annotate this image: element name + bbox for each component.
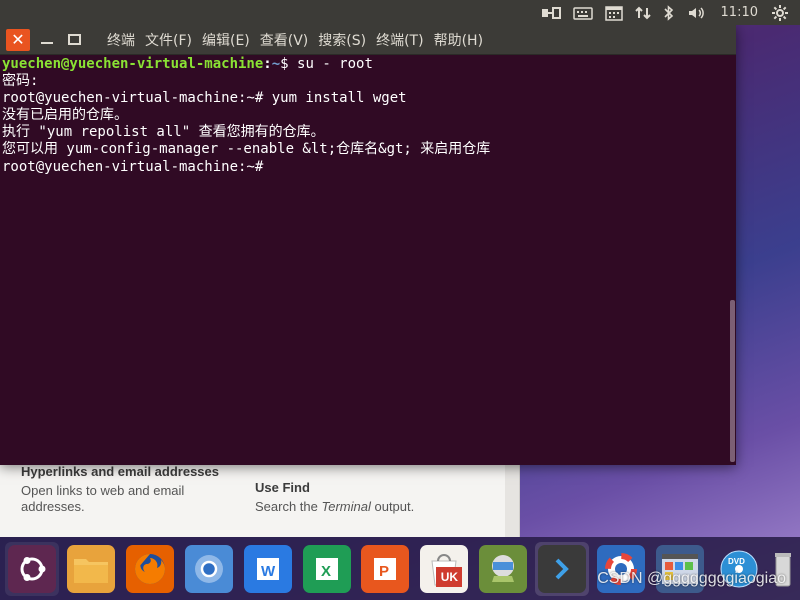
files-icon [66,544,115,593]
minimize-icon [41,41,53,44]
launcher-item-ubuntu-dash[interactable] [5,541,59,596]
terminal-titlebar[interactable]: ✕ 终端 文件(F) 编辑(E) 查看(V) 搜索(S) 终端(T) 帮助(H) [0,25,736,55]
settings-gear-icon[interactable] [766,0,794,25]
update-manager-icon [479,544,528,593]
launcher-item-wps-spreadsheet[interactable]: X [300,542,354,596]
launcher-item-terminal[interactable] [535,541,590,596]
prompt-suffix: $ [280,56,298,72]
prompt-path: ~ [271,56,281,72]
launcher-item-wps-presentation[interactable]: P [359,542,413,596]
menu-terminal[interactable]: 终端(T) [371,30,428,50]
terminal-line: yuechen@yuechen-virtual-machine:~$ su - … [2,56,373,72]
svg-text:DVD: DVD [728,557,745,566]
menu-app-terminal[interactable]: 终端 [102,30,140,50]
svg-text:X: X [321,563,331,580]
terminal-output[interactable]: yuechen@yuechen-virtual-machine:~$ su - … [0,55,736,464]
terminal-icon [538,544,587,593]
scrollbar-thumb[interactable] [730,300,735,462]
launcher-item-files[interactable] [64,542,118,596]
command-text: su - root [297,56,373,72]
clock[interactable]: 11:10 [713,0,766,25]
launcher-item-software-center[interactable]: UK [417,542,471,596]
maximize-button[interactable] [64,30,84,50]
top-panel: 11:10 [0,0,800,25]
launcher-item-update-manager[interactable] [476,542,530,596]
terminal-line: root@yuechen-virtual-machine:~# yum inst… [2,90,736,107]
prompt-user-host: yuechen@yuechen-virtual-machine [2,56,264,72]
svg-text:P: P [379,563,389,580]
terminal-window[interactable]: ✕ 终端 文件(F) 编辑(E) 查看(V) 搜索(S) 终端(T) 帮助(H)… [0,25,736,465]
menu-file[interactable]: 文件(F) [140,30,197,50]
wps-spreadsheet-icon: X [302,544,351,593]
root-prompt: root@yuechen-virtual-machine:~# [2,159,272,175]
help-desc-prefix: Search the [255,499,322,514]
bluetooth-icon[interactable] [657,0,681,25]
minimize-button[interactable] [37,30,57,50]
svg-text:W: W [261,563,276,580]
close-icon: ✕ [11,29,25,49]
help-item-title: Use Find [255,480,310,495]
help-item-desc: Open links to web and email addresses. [21,483,219,515]
root-prompt: root@yuechen-virtual-machine:~# [2,90,272,106]
scrollbar[interactable] [729,55,736,464]
close-button[interactable]: ✕ [6,28,30,51]
calendar-icon[interactable] [599,0,629,25]
chromium-icon [184,544,233,593]
help-item-desc-line: Open links to web and email [21,483,185,498]
maximize-icon [67,34,81,45]
software-center-icon: UK [420,544,469,593]
launcher-item-firefox[interactable] [123,542,177,596]
help-item-title: Hyperlinks and email addresses [21,464,219,479]
help-item-find[interactable]: Use Find Search the Terminal output. [255,480,414,515]
volume-icon[interactable] [681,0,713,25]
menubar: 终端 文件(F) 编辑(E) 查看(V) 搜索(S) 终端(T) 帮助(H) [102,30,488,50]
software-center-badge: UK [436,566,463,587]
terminal-line: 没有已启用的仓库。 [2,107,128,123]
terminal-line: 密码: [2,73,39,89]
launcher-item-wps-writer[interactable]: W [241,542,295,596]
help-desc-emphasis: Terminal [321,499,371,514]
firefox-icon [125,544,174,593]
menu-help[interactable]: 帮助(H) [429,30,488,50]
terminal-line: 您可以用 yum-config-manager --enable &lt;仓库名… [2,141,491,157]
keyboard-icon[interactable] [567,0,599,25]
updown-arrows-icon[interactable] [629,0,657,25]
menu-view[interactable]: 查看(V) [255,30,314,50]
menu-search[interactable]: 搜索(S) [313,30,371,50]
launcher-dock: W X P UK DVD [0,537,800,600]
launcher-item-chromium[interactable] [182,542,236,596]
watermark: CSDN @ggggggggiaogiao [597,570,786,587]
help-item-desc: Search the Terminal output. [255,499,414,515]
ubuntu-dash-icon [7,544,56,593]
wps-presentation-icon: P [361,544,410,593]
terminal-line: 执行 "yum repolist all" 查看您拥有的仓库。 [2,124,325,140]
network-transfer-icon[interactable] [535,0,567,25]
wps-writer-icon: W [243,544,292,593]
menu-edit[interactable]: 编辑(E) [197,30,255,50]
command-text: yum install wget [271,90,407,106]
help-desc-suffix: output. [370,499,415,514]
help-item-desc-line: addresses. [21,499,85,514]
help-item-hyperlinks[interactable]: Hyperlinks and email addresses Open link… [21,464,219,515]
terminal-line: root@yuechen-virtual-machine:~# [2,158,736,176]
